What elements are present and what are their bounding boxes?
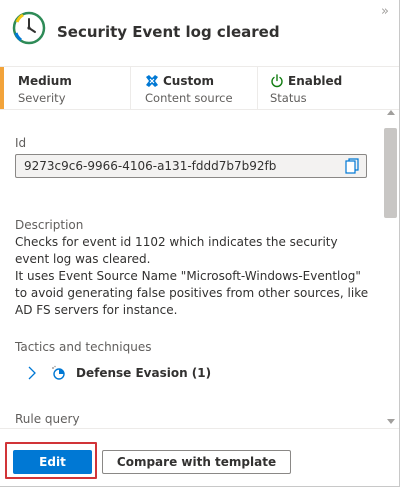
status-label: Status — [270, 91, 307, 105]
status-value: Enabled — [270, 73, 342, 89]
rule-summary-strip: Medium Severity Custom Content source En… — [0, 66, 399, 110]
panel-footer: Edit Compare with template — [0, 428, 399, 486]
content-source-text: Custom — [163, 74, 214, 88]
rule-query-label: Rule query — [15, 412, 80, 426]
severity-label: Severity — [18, 91, 66, 105]
custom-source-icon — [146, 75, 158, 87]
panel-header: Security Event log cleared » — [0, 0, 399, 66]
power-icon — [271, 74, 283, 88]
description-text: Checks for event id 1102 which indicates… — [15, 234, 370, 319]
expand-panel-icon[interactable]: » — [381, 5, 389, 18]
severity-item: Medium Severity — [18, 67, 72, 109]
status-item: Enabled Status — [270, 67, 342, 109]
copy-icon[interactable] — [345, 158, 360, 174]
edit-button[interactable]: Edit — [13, 450, 92, 474]
description-paragraph: It uses Event Source Name "Microsoft-Win… — [15, 269, 369, 317]
vertical-scrollbar[interactable] — [382, 108, 399, 428]
clock-icon — [12, 11, 46, 45]
description-paragraph: Checks for event id 1102 which indicates… — [15, 235, 338, 266]
chevron-right-icon[interactable] — [26, 365, 38, 381]
tactics-label: Tactics and techniques — [15, 340, 152, 354]
severity-accent-bar — [0, 67, 4, 109]
content-source-value: Custom — [145, 73, 233, 89]
description-label: Description — [15, 218, 84, 232]
id-field: 9273c9c6-9966-4106-a131-fddd7b7b92fb — [15, 154, 367, 178]
panel-title: Security Event log cleared — [57, 23, 280, 41]
divider — [130, 67, 131, 109]
scroll-down-icon[interactable] — [387, 419, 395, 424]
divider — [257, 67, 258, 109]
tactic-item-defense-evasion[interactable]: Defense Evasion (1) — [26, 362, 211, 384]
scroll-up-icon[interactable] — [387, 110, 395, 115]
id-value: 9273c9c6-9966-4106-a131-fddd7b7b92fb — [24, 159, 277, 173]
compare-with-template-button[interactable]: Compare with template — [102, 450, 291, 474]
id-label: Id — [15, 136, 27, 150]
content-source-item: Custom Content source — [145, 67, 233, 109]
severity-value: Medium — [18, 74, 72, 88]
tactic-label: Defense Evasion (1) — [76, 366, 212, 380]
scrollbar-thumb[interactable] — [384, 128, 397, 218]
content-source-label: Content source — [145, 91, 233, 105]
status-text: Enabled — [288, 74, 343, 88]
analytics-rule-details-panel: Security Event log cleared » Medium Seve… — [0, 0, 400, 487]
details-scroll-area[interactable]: Id 9273c9c6-9966-4106-a131-fddd7b7b92fb … — [0, 108, 399, 428]
defense-evasion-icon — [52, 365, 65, 380]
